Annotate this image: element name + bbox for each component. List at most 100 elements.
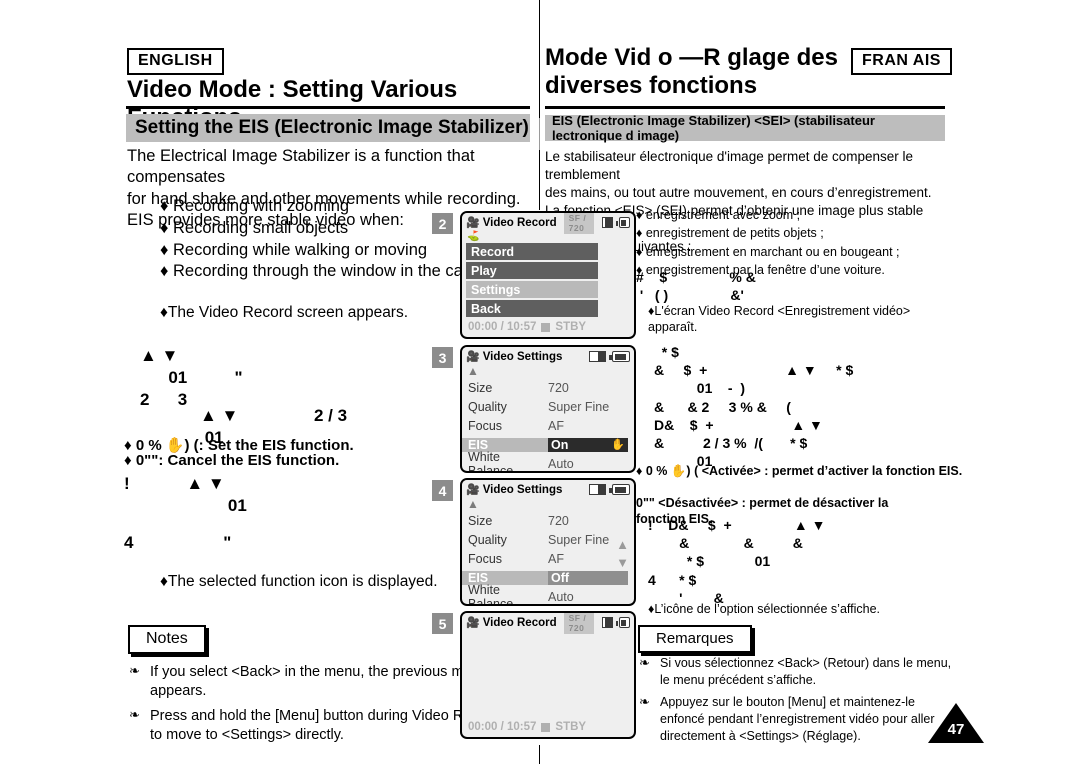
setting-label: White Balance: [468, 449, 514, 473]
setting-value: 720: [548, 380, 569, 395]
scroll-up-icon[interactable]: ▲: [462, 498, 634, 511]
setting-label: Focus: [468, 418, 503, 433]
step-number-5: 5: [432, 613, 453, 634]
camcorder-icon: 🎥: [466, 351, 480, 363]
step-instruction-english: ! ▲ ▼ 01: [124, 474, 247, 516]
title-rule: [126, 106, 530, 109]
battery-icon: [615, 217, 630, 228]
setting-row-focus[interactable]: Focus AF: [462, 416, 634, 435]
hand-icon: ✋: [611, 439, 625, 451]
timecode: 00:00 / 10:57: [468, 321, 537, 333]
lcd-title: Video Settings: [482, 350, 563, 363]
title-rule: [545, 106, 945, 109]
battery-icon: [609, 484, 630, 495]
settings-list: Size 720 Quality Super Fine Focus AF EIS…: [462, 511, 634, 605]
step-number-3: 3: [432, 347, 453, 368]
option-off-label: 0"": Cancel the EIS function.: [135, 452, 340, 469]
lcd-screen-video-record-standby: 🎥 Video Record SF / 720 00:00 / 10:57 ST…: [460, 611, 636, 739]
lcd-screen-video-record-menu: 🎥 Video Record SF / 720 ⛳ Record Play Se…: [460, 211, 636, 339]
setting-value: Super Fine: [548, 399, 610, 414]
value-stepper-icons[interactable]: ▲ ▼: [616, 536, 629, 572]
step-instruction-french: ! D& $ + ▲ ▼ & & & * $ 01 4 * $ ' &: [648, 517, 826, 606]
status-label: STBY: [555, 321, 587, 333]
setting-value-text: Off: [551, 570, 570, 585]
stop-icon: [541, 322, 551, 332]
step-instruction-french: * $ & $ + ▲ ▼ * $ 01 - ) & & 2 3 % & ( D…: [654, 344, 854, 470]
note-item: Si vous sélectionnez <Back> (Retour) dan…: [636, 654, 956, 689]
notes-title-french: Remarques: [638, 625, 752, 653]
lcd-menu-list: Record Play Settings Back: [462, 242, 634, 317]
setting-row-quality[interactable]: Quality Super Fine: [462, 397, 634, 416]
setting-value: AF: [548, 418, 564, 433]
status-label: STBY: [555, 721, 587, 733]
manual-page: ENGLISH Video Mode : Setting Various Fun…: [0, 0, 1080, 764]
setting-row-white-balance[interactable]: White Balance Auto: [462, 583, 634, 605]
section-banner-french: EIS (Electronic Image Stabilizer) <SEI> …: [545, 113, 945, 143]
step-result-english: The Video Record screen appears.: [160, 303, 408, 323]
setting-row-white-balance[interactable]: White Balance Auto: [462, 450, 634, 472]
notes-list-french: Si vous sélectionnez <Back> (Retour) dan…: [636, 654, 956, 750]
list-item: enregistrement de petits objets ;: [636, 224, 966, 242]
lcd-status-bar: 🎥 Video Settings: [462, 347, 634, 366]
notes-title-english: Notes: [128, 625, 206, 654]
setting-label: Focus: [468, 551, 503, 566]
lcd-status-bar: 🎥 Video Record SF / 720: [462, 213, 634, 234]
column-divider: [539, 0, 540, 118]
setting-row-size[interactable]: Size 720: [462, 511, 634, 530]
step-result-english: The selected function icon is displayed.: [160, 572, 438, 592]
column-divider: [539, 745, 540, 764]
step-number-2: 2: [432, 213, 453, 234]
step-instruction-english: ▲ ▼ 01 " 2 3: [140, 346, 243, 410]
list-item: enregistrement en marchant ou en bougean…: [636, 243, 966, 261]
scroll-up-icon[interactable]: ▲: [462, 365, 634, 378]
step-number-4: 4: [432, 480, 453, 501]
memory-card-icon: [602, 217, 613, 228]
language-badge-french: FRAN AIS: [851, 48, 952, 75]
menu-item-record[interactable]: Record: [466, 243, 598, 260]
setting-label: Size: [468, 513, 493, 528]
list-item: enregistrement avec zoom ;: [636, 206, 966, 224]
step-instruction-english: 4 ": [124, 533, 232, 552]
step-instruction-french: # $ % & ' ( ) &': [636, 269, 756, 304]
lcd-footer: 00:00 / 10:57 STBY: [462, 321, 634, 333]
settings-list: Size 720 Quality Super Fine Focus AF EIS…: [462, 378, 634, 472]
setting-label: Quality: [468, 399, 507, 414]
menu-item-settings[interactable]: Settings: [466, 281, 598, 298]
setting-label: White Balance: [468, 582, 514, 606]
quality-badge: SF / 720: [563, 613, 595, 634]
memory-card-icon: [602, 617, 613, 628]
memory-card-icon: [589, 484, 606, 495]
setting-value: On ✋: [548, 437, 628, 452]
mode-icon: ⛳: [467, 231, 480, 242]
column-divider: [539, 118, 540, 150]
language-badge-english: ENGLISH: [127, 48, 224, 75]
lcd-footer: 00:00 / 10:57 STBY: [462, 721, 634, 733]
page-title-french: Mode Vid o —R glage des diverses fonctio…: [545, 44, 838, 100]
setting-label: Quality: [468, 532, 507, 547]
menu-item-back[interactable]: Back: [466, 300, 598, 317]
lcd-status-bar: 🎥 Video Record SF / 720: [462, 613, 634, 634]
lcd-title: Video Record: [482, 616, 557, 629]
setting-row-quality[interactable]: Quality Super Fine: [462, 530, 634, 549]
lcd-screen-video-settings-eis-off: 🎥 Video Settings ▲ Size 720 Quality Supe…: [460, 478, 636, 606]
camcorder-icon: 🎥: [466, 217, 480, 229]
stop-icon: [541, 722, 551, 732]
quality-badge: SF / 720: [563, 213, 595, 234]
battery-icon: [615, 617, 630, 628]
memory-card-icon: [589, 351, 606, 362]
setting-value-text: On: [551, 437, 569, 452]
setting-value: Auto: [548, 589, 574, 604]
option-on-label: 0 % ✋) ( <Activée> : permet d’activer la…: [645, 464, 963, 478]
setting-value: Off: [548, 570, 628, 585]
menu-item-play[interactable]: Play: [466, 262, 598, 279]
battery-icon: [609, 351, 630, 362]
lcd-screen-video-settings-eis-on: 🎥 Video Settings ▲ Size 720 Quality Supe…: [460, 345, 636, 473]
step-result-french: L’icône de l’option sélectionnée s’affic…: [648, 601, 880, 617]
setting-label: Size: [468, 380, 493, 395]
setting-row-size[interactable]: Size 720: [462, 378, 634, 397]
lcd-title: Video Record: [482, 216, 557, 229]
setting-row-focus[interactable]: Focus AF: [462, 549, 634, 568]
timecode: 00:00 / 10:57: [468, 721, 537, 733]
note-item: Appuyez sur le bouton [Menu] et maintene…: [636, 693, 956, 745]
lcd-status-bar: 🎥 Video Settings: [462, 480, 634, 499]
